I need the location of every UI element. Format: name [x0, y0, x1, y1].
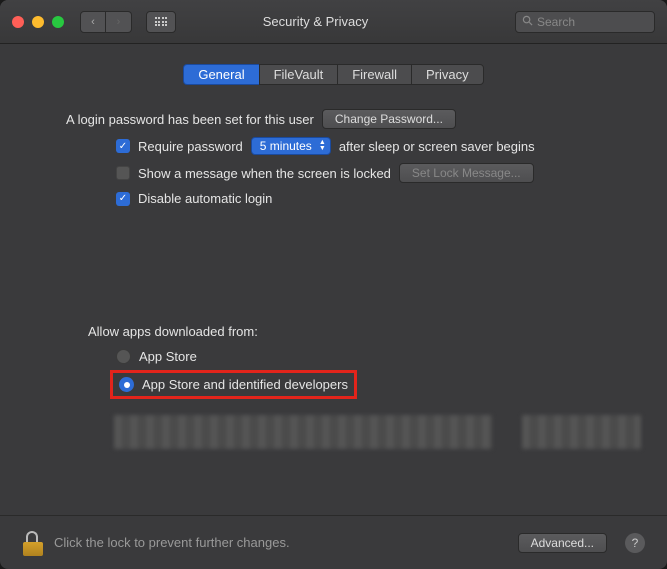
- lock-shackle-icon: [26, 531, 38, 543]
- disable-auto-login-row: ✓ Disable automatic login: [26, 191, 641, 206]
- tab-privacy[interactable]: Privacy: [411, 64, 484, 85]
- after-sleep-text: after sleep or screen saver begins: [339, 139, 535, 154]
- disable-auto-login-checkbox[interactable]: ✓: [116, 192, 130, 206]
- close-window-button[interactable]: [12, 16, 24, 28]
- delay-value: 5 minutes: [260, 139, 312, 153]
- tab-bar: General FileVault Firewall Privacy: [26, 64, 641, 85]
- set-lock-message-button[interactable]: Set Lock Message...: [399, 163, 534, 183]
- redacted-block: [522, 415, 641, 449]
- app-store-label: App Store: [139, 349, 197, 364]
- search-icon: [522, 15, 533, 29]
- radio-identified-devs[interactable]: [119, 377, 134, 392]
- tab-filevault[interactable]: FileVault: [259, 64, 338, 85]
- chevron-left-icon: ‹: [91, 16, 95, 28]
- show-message-row: Show a message when the screen is locked…: [26, 163, 641, 183]
- login-password-text: A login password has been set for this u…: [66, 112, 314, 127]
- lock-button[interactable]: [22, 530, 44, 556]
- app-store-option[interactable]: App Store: [88, 349, 641, 364]
- require-password-label: Require password: [138, 139, 243, 154]
- traffic-lights: [12, 16, 64, 28]
- show-message-checkbox[interactable]: [116, 166, 130, 180]
- chevron-right-icon: ›: [117, 16, 121, 28]
- show-message-label: Show a message when the screen is locked: [138, 166, 391, 181]
- require-password-row: ✓ Require password 5 minutes ▲▼ after sl…: [26, 137, 641, 155]
- allow-apps-heading: Allow apps downloaded from:: [88, 324, 641, 339]
- highlighted-option: App Store and identified developers: [110, 370, 357, 399]
- titlebar: ‹ › Security & Privacy: [0, 0, 667, 44]
- content-area: General FileVault Firewall Privacy A log…: [0, 44, 667, 515]
- window-title: Security & Privacy: [124, 14, 507, 29]
- security-privacy-window: ‹ › Security & Privacy General FileVault…: [0, 0, 667, 569]
- lock-body-icon: [23, 542, 43, 556]
- radio-app-store[interactable]: [116, 349, 131, 364]
- redacted-area: [88, 415, 641, 449]
- require-password-checkbox[interactable]: ✓: [116, 139, 130, 153]
- minimize-window-button[interactable]: [32, 16, 44, 28]
- help-button[interactable]: ?: [625, 533, 645, 553]
- back-button[interactable]: ‹: [80, 11, 106, 33]
- disable-auto-login-label: Disable automatic login: [138, 191, 272, 206]
- identified-devs-label: App Store and identified developers: [142, 377, 348, 392]
- advanced-button[interactable]: Advanced...: [518, 533, 607, 553]
- lock-help-text: Click the lock to prevent further change…: [54, 535, 508, 550]
- search-input[interactable]: [537, 15, 648, 29]
- question-icon: ?: [632, 536, 639, 550]
- redacted-block: [114, 415, 492, 449]
- tab-general[interactable]: General: [183, 64, 258, 85]
- footer: Click the lock to prevent further change…: [0, 515, 667, 569]
- login-password-row: A login password has been set for this u…: [26, 109, 641, 129]
- search-field[interactable]: [515, 11, 655, 33]
- tab-firewall[interactable]: Firewall: [337, 64, 411, 85]
- change-password-button[interactable]: Change Password...: [322, 109, 456, 129]
- allow-apps-section: Allow apps downloaded from: App Store Ap…: [26, 324, 641, 449]
- zoom-window-button[interactable]: [52, 16, 64, 28]
- password-delay-select[interactable]: 5 minutes ▲▼: [251, 137, 331, 155]
- select-arrows-icon: ▲▼: [319, 140, 326, 152]
